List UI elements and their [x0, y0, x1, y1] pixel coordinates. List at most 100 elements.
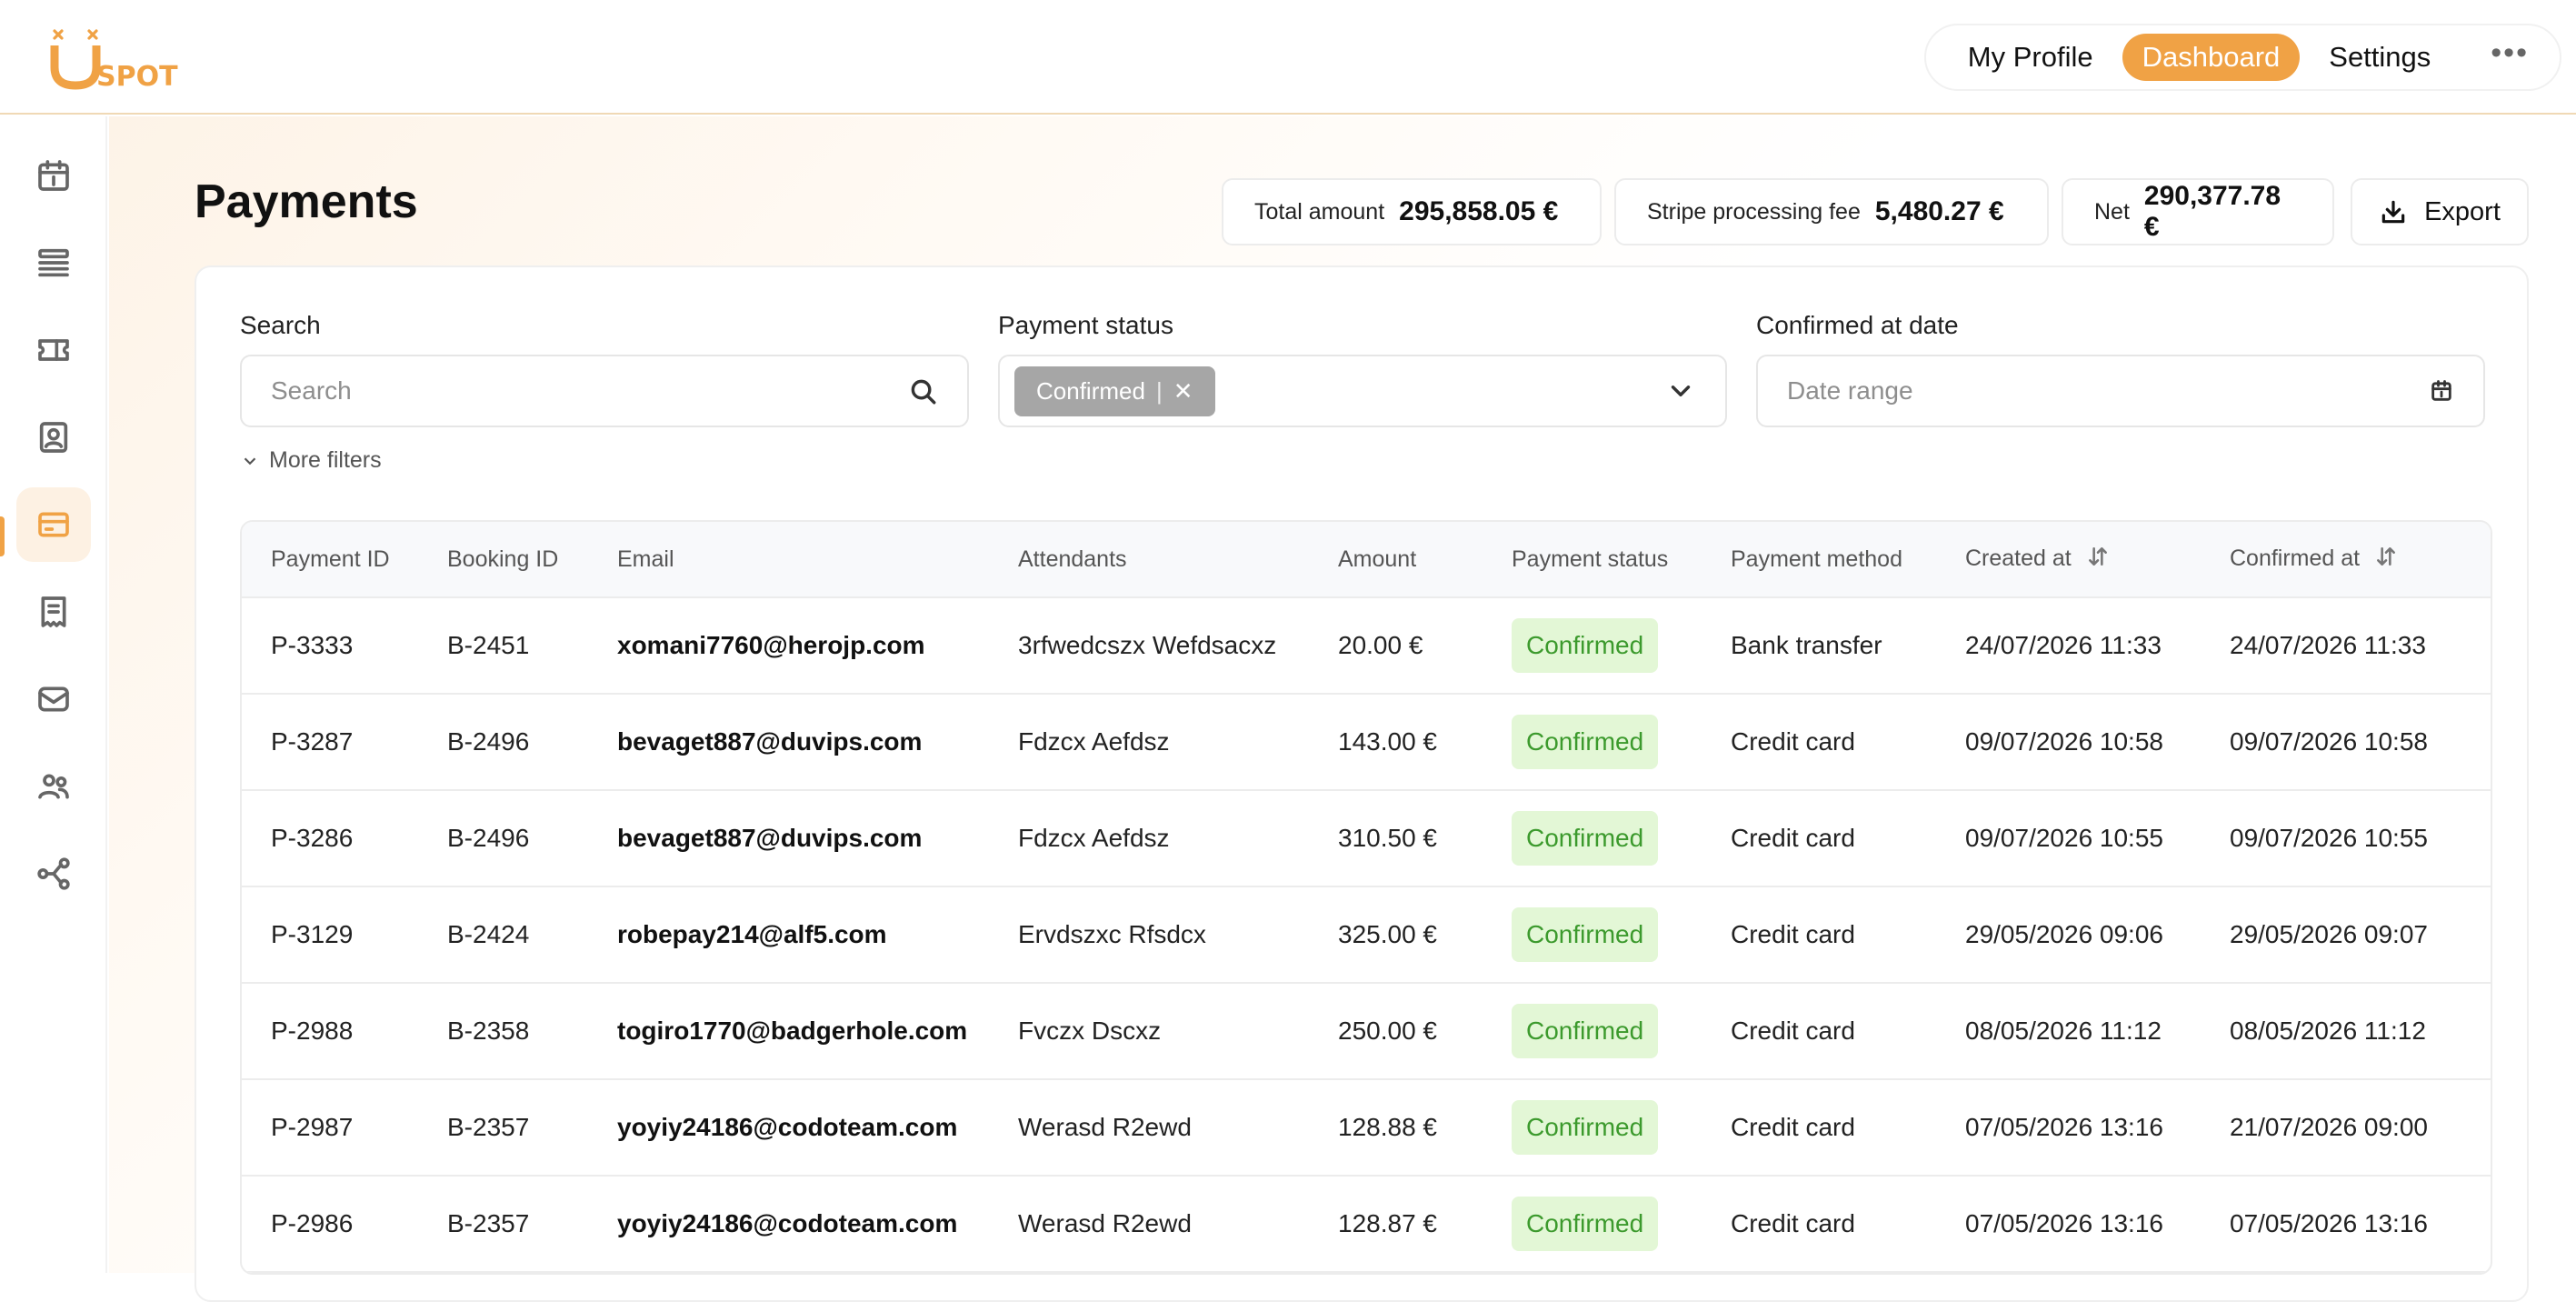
total-amount-stat: Total amount 295,858.05 € — [1222, 178, 1602, 245]
status-chip-label: Confirmed — [1036, 376, 1145, 405]
total-amount-label: Total amount — [1254, 198, 1385, 225]
email-cell: yoyiy24186@codoteam.com — [588, 1177, 989, 1273]
receipt-icon — [41, 596, 66, 627]
payment-id-cell: P-3129 — [242, 887, 418, 984]
status-cell: Confirmed — [1483, 598, 1702, 695]
net-label: Net — [2094, 198, 2130, 225]
chevron-down-icon — [244, 456, 256, 465]
payment-id-cell: P-3333 — [242, 598, 418, 695]
contact-card-icon — [39, 422, 68, 453]
uspot-logo[interactable]: SPOT — [49, 27, 222, 91]
table-row[interactable]: P-2988 B-2358 togiro1770@badgerhole.com … — [242, 984, 2491, 1080]
created-at-cell: 08/05/2026 11:12 — [1936, 984, 2201, 1080]
more-filters-toggle[interactable]: More filters — [240, 447, 382, 474]
sidebar-item-invoices[interactable] — [16, 575, 91, 649]
confirmed-at-cell: 09/07/2026 10:58 — [2201, 695, 2491, 791]
col-email[interactable]: Email — [588, 522, 989, 598]
method-cell: Bank transfer — [1702, 598, 1936, 695]
calendar-icon[interactable] — [2429, 378, 2454, 404]
table-row[interactable]: P-3287 B-2496 bevaget887@duvips.com Fdzc… — [242, 695, 2491, 791]
sidebar-item-list[interactable] — [16, 225, 91, 300]
attendants-cell: Fdzcx Aefdsz — [989, 791, 1309, 887]
email-cell: robepay214@alf5.com — [588, 887, 989, 984]
status-badge: Confirmed — [1512, 907, 1659, 962]
main-content: Payments Total amount 295,858.05 € Strip… — [109, 116, 2576, 1302]
nav-dashboard[interactable]: Dashboard — [2122, 34, 2301, 81]
date-range-placeholder: Date range — [1787, 376, 1913, 405]
sort-icon[interactable] — [2086, 545, 2110, 575]
method-cell: Credit card — [1702, 791, 1936, 887]
sidebar-item-mail[interactable] — [16, 662, 91, 736]
sidebar — [0, 116, 107, 1273]
col-confirmed-at[interactable]: Confirmed at — [2201, 522, 2491, 598]
nav-settings[interactable]: Settings — [2309, 34, 2451, 81]
created-at-cell: 29/05/2026 09:06 — [1936, 887, 2201, 984]
payment-id-cell: P-3287 — [242, 695, 418, 791]
table-row[interactable]: P-3333 B-2451 xomani7760@herojp.com 3rfw… — [242, 598, 2491, 695]
col-attendants[interactable]: Attendants — [989, 522, 1309, 598]
col-payment-status[interactable]: Payment status — [1483, 522, 1702, 598]
payment-status-select[interactable]: Confirmed | ✕ — [998, 355, 1727, 427]
payment-id-cell: P-2988 — [242, 984, 418, 1080]
payment-id-cell: P-3286 — [242, 791, 418, 887]
status-cell: Confirmed — [1483, 1080, 1702, 1177]
attendants-cell: Fdzcx Aefdsz — [989, 695, 1309, 791]
created-at-cell: 07/05/2026 13:16 — [1936, 1080, 2201, 1177]
col-amount[interactable]: Amount — [1309, 522, 1483, 598]
created-at-cell: 09/07/2026 10:55 — [1936, 791, 2201, 887]
sort-icon[interactable] — [2374, 545, 2398, 575]
export-button[interactable]: Export — [2351, 178, 2529, 245]
payment-id-cell: P-2987 — [242, 1080, 418, 1177]
list-icon — [38, 248, 69, 277]
status-cell: Confirmed — [1483, 984, 1702, 1080]
confirmed-date-label: Confirmed at date — [1756, 311, 1959, 339]
status-chip[interactable]: Confirmed | ✕ — [1014, 366, 1215, 416]
table-row[interactable]: P-3129 B-2424 robepay214@alf5.com Ervdsz… — [242, 887, 2491, 984]
sidebar-item-contacts[interactable] — [16, 400, 91, 475]
more-menu-icon[interactable]: ••• — [2460, 35, 2538, 80]
confirmed-at-cell: 24/07/2026 11:33 — [2201, 598, 2491, 695]
status-cell: Confirmed — [1483, 695, 1702, 791]
table-row[interactable]: P-2987 B-2357 yoyiy24186@codoteam.com We… — [242, 1080, 2491, 1177]
attendants-cell: Fvczx Dscxz — [989, 984, 1309, 1080]
sidebar-item-payments[interactable] — [16, 487, 91, 562]
confirmed-at-cell: 29/05/2026 09:07 — [2201, 887, 2491, 984]
payment-status-label: Payment status — [998, 311, 1173, 339]
users-icon — [38, 774, 69, 799]
status-cell: Confirmed — [1483, 1177, 1702, 1273]
col-payment-id[interactable]: Payment ID — [242, 522, 418, 598]
search-input[interactable]: Search — [240, 355, 969, 427]
payment-id-cell: P-2986 — [242, 1177, 418, 1273]
ticket-icon — [38, 339, 69, 361]
calendar-icon — [38, 160, 69, 191]
export-label: Export — [2424, 196, 2501, 226]
stripe-fee-stat: Stripe processing fee 5,480.27 € — [1614, 178, 2049, 245]
sidebar-item-users[interactable] — [16, 749, 91, 824]
booking-id-cell: B-2424 — [418, 887, 588, 984]
date-range-input[interactable]: Date range — [1756, 355, 2485, 427]
booking-id-cell: B-2496 — [418, 791, 588, 887]
col-payment-method[interactable]: Payment method — [1702, 522, 1936, 598]
col-created-at[interactable]: Created at — [1936, 522, 2201, 598]
email-cell: yoyiy24186@codoteam.com — [588, 1080, 989, 1177]
share-network-icon — [37, 857, 70, 890]
search-icon[interactable] — [907, 376, 938, 406]
method-cell: Credit card — [1702, 1177, 1936, 1273]
table-row[interactable]: P-3286 B-2496 bevaget887@duvips.com Fdzc… — [242, 791, 2491, 887]
status-badge: Confirmed — [1512, 1004, 1659, 1058]
attendants-cell: Ervdszxc Rfsdcx — [989, 887, 1309, 984]
top-navigation: My Profile Dashboard Settings ••• — [1923, 24, 2561, 91]
confirmed-at-cell: 09/07/2026 10:55 — [2201, 791, 2491, 887]
col-booking-id[interactable]: Booking ID — [418, 522, 588, 598]
chevron-down-icon[interactable] — [1665, 376, 1696, 406]
email-cell: togiro1770@badgerhole.com — [588, 984, 989, 1080]
sidebar-item-calendar[interactable] — [16, 138, 91, 213]
sidebar-item-tickets[interactable] — [16, 313, 91, 387]
table-row[interactable]: P-2986 B-2357 yoyiy24186@codoteam.com We… — [242, 1177, 2491, 1273]
nav-my-profile[interactable]: My Profile — [1948, 34, 2113, 81]
sidebar-item-integrations[interactable] — [16, 836, 91, 911]
created-at-label: Created at — [1965, 545, 2072, 571]
chip-remove-icon[interactable]: ✕ — [1173, 377, 1193, 406]
method-cell: Credit card — [1702, 1080, 1936, 1177]
amount-cell: 128.87 € — [1309, 1177, 1483, 1273]
